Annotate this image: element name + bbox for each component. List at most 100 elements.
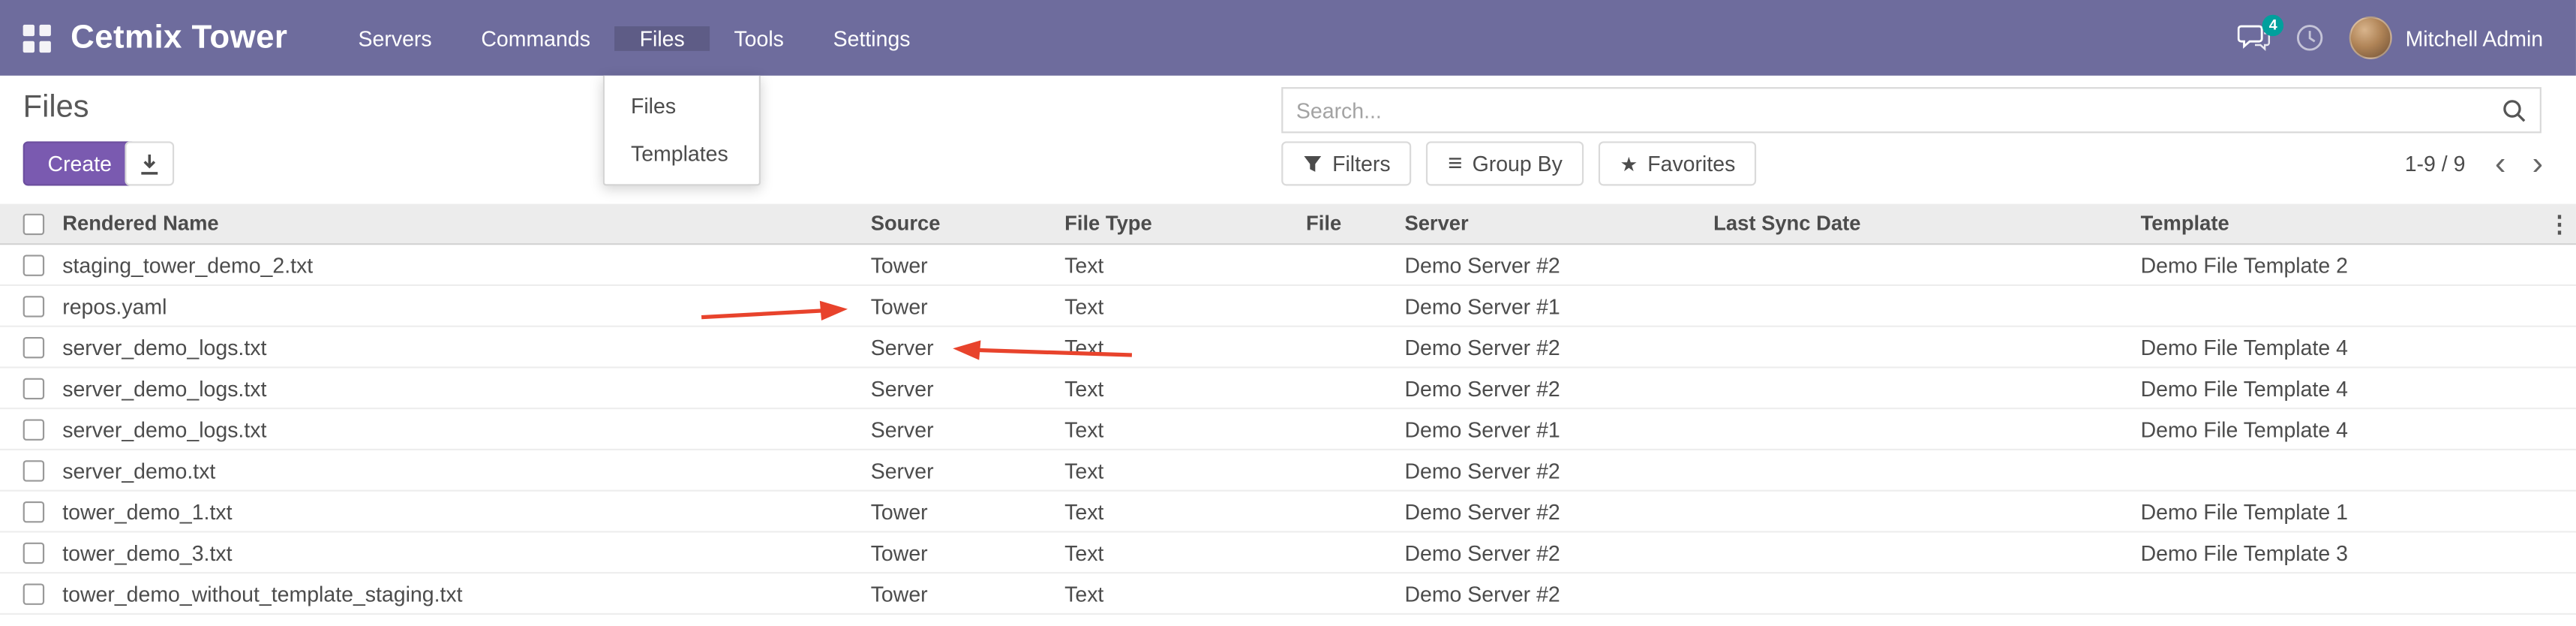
table-row[interactable]: server_demo_logs.txt Server Text Demo Se…: [0, 369, 2576, 410]
row-select-cell: [0, 582, 62, 603]
cell-server: Demo Server #2: [1404, 252, 1713, 277]
filters-label: Filters: [1332, 151, 1391, 176]
search-icon[interactable]: [2502, 98, 2526, 122]
filters-button[interactable]: Filters: [1281, 141, 1412, 185]
select-all-checkbox[interactable]: [23, 213, 44, 234]
search-box: [1281, 87, 2541, 133]
group-by-icon: ≡: [1448, 151, 1462, 176]
cell-file-type: Text: [1064, 458, 1306, 483]
menu-item-tools[interactable]: Tools: [710, 26, 809, 50]
activities-clock-icon[interactable]: [2295, 23, 2325, 53]
row-checkbox[interactable]: [23, 501, 44, 522]
user-menu[interactable]: Mitchell Admin: [2349, 17, 2543, 59]
dropdown-item-files[interactable]: Files: [605, 83, 759, 131]
export-download-icon-button[interactable]: [125, 141, 174, 185]
row-checkbox[interactable]: [23, 378, 44, 399]
cell-template: Demo File Template 1: [2141, 499, 2544, 524]
column-header-rendered-name[interactable]: Rendered Name: [62, 212, 870, 236]
cell-rendered-name: tower_demo_3.txt: [62, 540, 870, 564]
cell-rendered-name: server_demo_logs.txt: [62, 417, 870, 441]
cell-file-type: Text: [1064, 581, 1306, 606]
cell-file-type: Text: [1064, 499, 1306, 524]
navbar-right: 4 Mitchell Admin: [2238, 0, 2576, 76]
row-checkbox[interactable]: [23, 295, 44, 316]
table-row[interactable]: server_demo.txt Server Text Demo Server …: [0, 450, 2576, 492]
column-header-server[interactable]: Server: [1404, 212, 1713, 236]
cell-template: Demo File Template 4: [2141, 417, 2544, 441]
search-options: Filters ≡ Group By ★ Favorites: [1281, 141, 1757, 185]
cell-file-type: Text: [1064, 540, 1306, 564]
table-row[interactable]: repos.yaml Tower Text Demo Server #1: [0, 286, 2576, 327]
menu-item-settings[interactable]: Settings: [809, 26, 935, 50]
files-list-view: Rendered Name Source File Type File Serv…: [0, 204, 2576, 615]
main-menu: Servers Commands Files Tools Settings: [334, 26, 935, 50]
cell-file-type: Text: [1064, 417, 1306, 441]
cell-template: Demo File Template 4: [2141, 335, 2544, 360]
row-select-cell: [0, 254, 62, 275]
user-avatar: [2349, 17, 2392, 59]
page-title: Files: [23, 90, 89, 126]
cell-source: Tower: [871, 499, 1064, 524]
cell-rendered-name: tower_demo_1.txt: [62, 499, 870, 524]
row-checkbox[interactable]: [23, 336, 44, 357]
menu-item-files[interactable]: Files: [615, 26, 710, 50]
row-select-cell: [0, 378, 62, 399]
column-header-file[interactable]: File: [1306, 212, 1404, 236]
table-row[interactable]: server_demo_logs.txt Server Text Demo Se…: [0, 409, 2576, 450]
pager-range: 1-9 / 9: [2405, 151, 2466, 176]
optional-columns-icon[interactable]: ⋮: [2548, 209, 2571, 237]
row-select-cell: [0, 459, 62, 480]
cell-source: Server: [871, 458, 1064, 483]
table-row[interactable]: tower_demo_3.txt Tower Text Demo Server …: [0, 533, 2576, 574]
cell-rendered-name: server_demo_logs.txt: [62, 375, 870, 400]
messages-count-badge: 4: [2262, 15, 2283, 36]
cell-server: Demo Server #2: [1404, 458, 1713, 483]
create-button[interactable]: Create: [23, 141, 137, 185]
row-checkbox[interactable]: [23, 459, 44, 480]
table-row[interactable]: tower_demo_1.txt Tower Text Demo Server …: [0, 492, 2576, 533]
menu-item-commands[interactable]: Commands: [457, 26, 615, 50]
row-select-cell: [0, 501, 62, 522]
cell-file-type: Text: [1064, 293, 1306, 318]
search-input[interactable]: [1296, 98, 2502, 122]
control-panel: Files Create Filters: [0, 76, 2576, 204]
cell-rendered-name: staging_tower_demo_2.txt: [62, 252, 870, 277]
menu-item-servers[interactable]: Servers: [334, 26, 457, 50]
select-all-cell: [0, 213, 62, 234]
apps-grid-square: [23, 24, 35, 35]
table-row[interactable]: staging_tower_demo_2.txt Tower Text Demo…: [0, 245, 2576, 286]
group-by-button[interactable]: ≡ Group By: [1427, 141, 1584, 185]
favorites-button[interactable]: ★ Favorites: [1599, 141, 1757, 185]
pager-previous-icon[interactable]: ‹: [2485, 147, 2516, 180]
column-header-source[interactable]: Source: [871, 212, 1064, 236]
column-header-template[interactable]: Template: [2141, 212, 2544, 236]
dropdown-item-templates[interactable]: Templates: [605, 130, 759, 178]
column-header-file-type[interactable]: File Type: [1064, 212, 1306, 236]
table-row[interactable]: tower_demo_without_template_staging.txt …: [0, 573, 2576, 615]
cell-file-type: Text: [1064, 335, 1306, 360]
cell-server: Demo Server #1: [1404, 293, 1713, 318]
row-select-cell: [0, 295, 62, 316]
group-by-label: Group By: [1473, 151, 1563, 176]
apps-grid-square: [23, 41, 35, 52]
row-checkbox[interactable]: [23, 254, 44, 275]
pager-next-icon[interactable]: ›: [2522, 147, 2553, 180]
pager: 1-9 / 9 ‹ ›: [2405, 141, 2553, 185]
messages-icon[interactable]: 4: [2238, 25, 2271, 51]
row-checkbox[interactable]: [23, 418, 44, 439]
cell-source: Tower: [871, 252, 1064, 277]
apps-grid-square: [40, 24, 51, 35]
column-header-last-sync-date[interactable]: Last Sync Date: [1713, 212, 2140, 236]
table-row[interactable]: server_demo_logs.txt Server Text Demo Se…: [0, 327, 2576, 369]
cell-template: Demo File Template 2: [2141, 252, 2544, 277]
cell-source: Tower: [871, 581, 1064, 606]
cell-server: Demo Server #2: [1404, 499, 1713, 524]
row-checkbox[interactable]: [23, 582, 44, 603]
row-checkbox[interactable]: [23, 542, 44, 563]
navbar-left: Cetmix Tower Servers Commands Files Tool…: [0, 0, 935, 76]
cell-source: Server: [871, 417, 1064, 441]
magnifier-glyph: [2502, 98, 2526, 122]
apps-grid-icon[interactable]: [23, 24, 51, 52]
cell-source: Tower: [871, 540, 1064, 564]
cell-rendered-name: tower_demo_without_template_staging.txt: [62, 581, 870, 606]
